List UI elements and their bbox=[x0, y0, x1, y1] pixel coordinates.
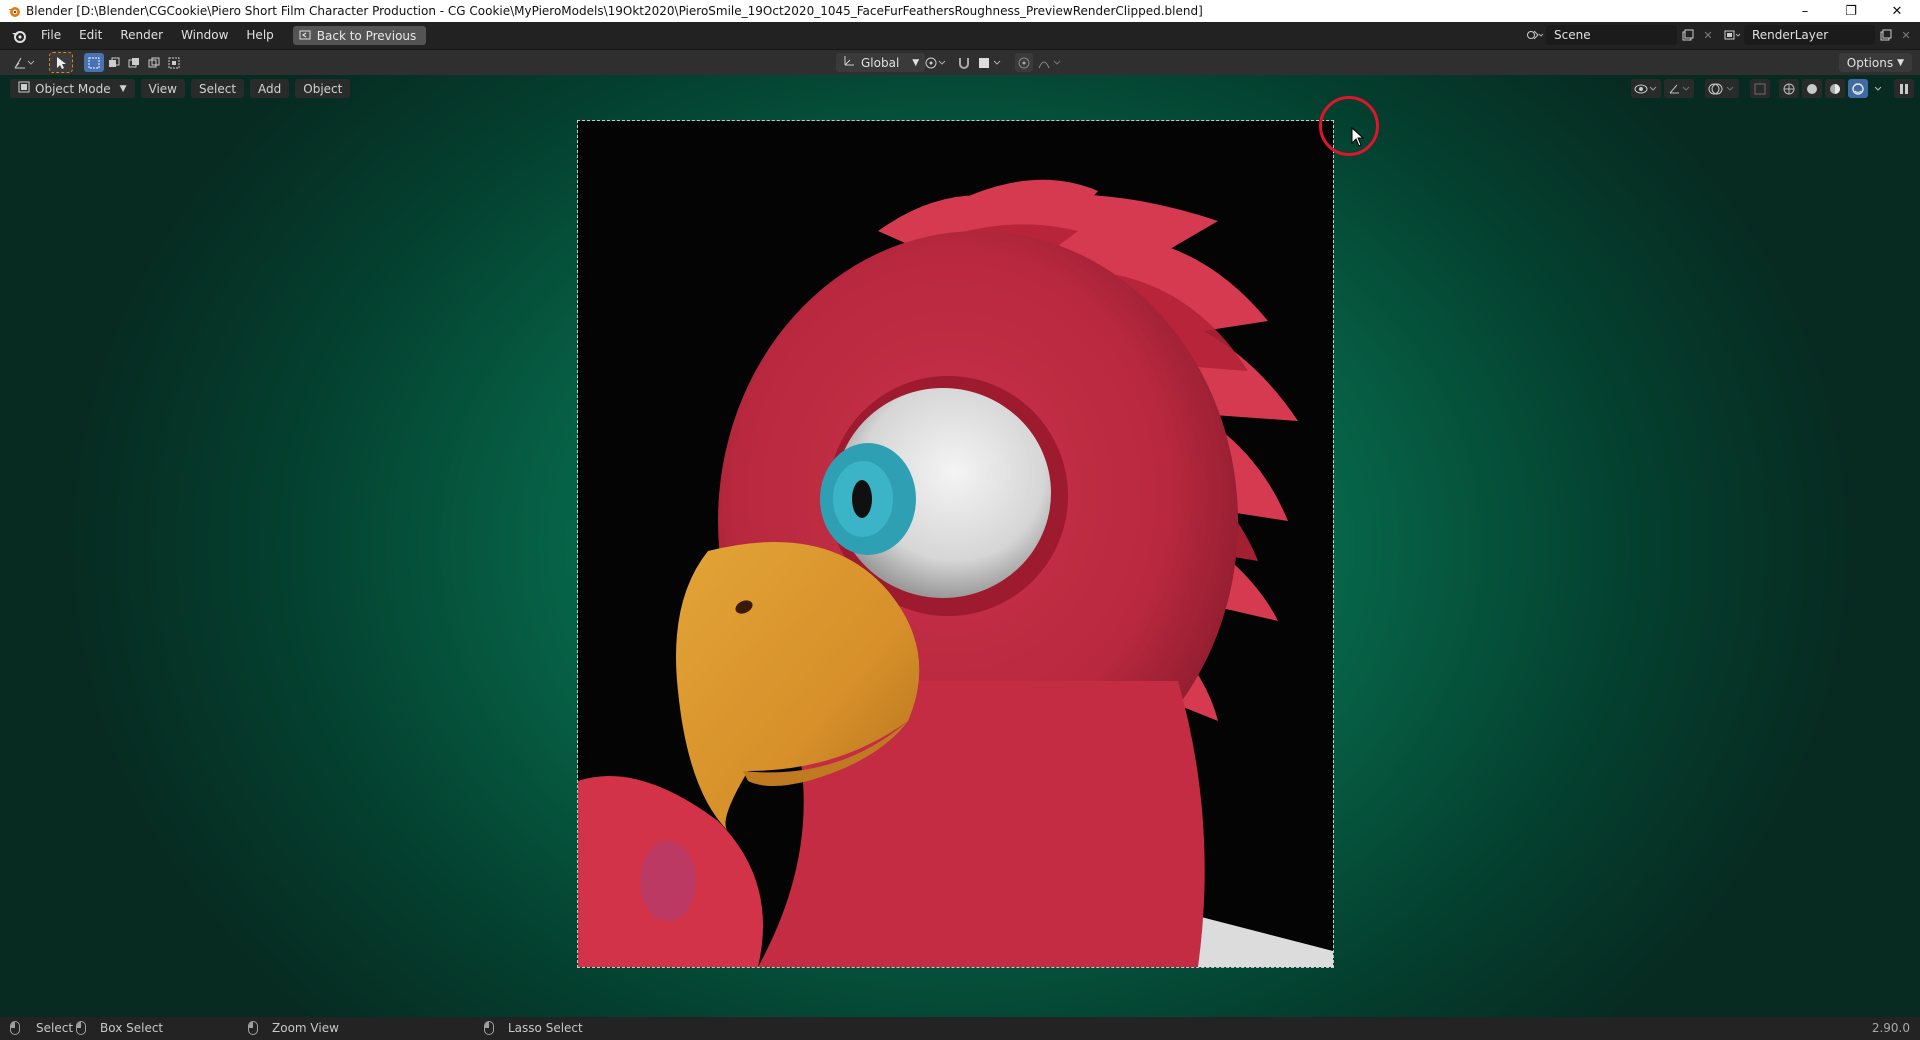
viewport-menu-add[interactable]: Add bbox=[250, 79, 290, 98]
menu-edit[interactable]: Edit bbox=[70, 22, 111, 49]
menu-window[interactable]: Window bbox=[172, 22, 237, 49]
visibility-eye-icon[interactable] bbox=[1631, 79, 1661, 98]
object-mode-label: Object Mode bbox=[35, 81, 111, 96]
delete-scene-icon[interactable]: ✕ bbox=[1699, 29, 1717, 42]
pivot-point-icon[interactable] bbox=[922, 53, 950, 72]
back-to-previous-button[interactable]: Back to Previous bbox=[292, 26, 427, 45]
status-lasso-select-label: Lasso Select bbox=[508, 1021, 583, 1035]
mouse-left-icon bbox=[10, 1021, 20, 1035]
mouse-drag-icon bbox=[76, 1021, 86, 1035]
status-bar: Select Box Select Zoom View Lasso Select… bbox=[0, 1017, 1920, 1040]
3d-viewport[interactable]: Object Mode ▼ View Select Add Object bbox=[0, 75, 1920, 1017]
editor-type-icon[interactable] bbox=[10, 53, 40, 72]
menu-help[interactable]: Help bbox=[237, 22, 282, 49]
blender-version: 2.90.0 bbox=[1871, 1021, 1910, 1035]
viewport-shading-controls bbox=[1631, 79, 1914, 98]
viewport-menu-select[interactable]: Select bbox=[191, 79, 245, 98]
chevron-down-icon: ▼ bbox=[119, 83, 127, 94]
viewport-header: Object Mode ▼ View Select Add Object bbox=[10, 79, 351, 98]
mouse-middle-icon bbox=[248, 1021, 258, 1035]
object-mode-icon bbox=[18, 81, 30, 96]
options-label: Options bbox=[1846, 55, 1894, 70]
select-extend-mode-icon[interactable] bbox=[104, 53, 124, 72]
solid-shading-icon[interactable] bbox=[1802, 79, 1822, 98]
proportional-editing-icon[interactable] bbox=[1015, 53, 1033, 72]
snap-magnet-icon[interactable] bbox=[955, 53, 973, 72]
cursor-highlight-ring bbox=[1319, 96, 1379, 156]
orientation-value: Global bbox=[861, 55, 900, 70]
back-icon bbox=[299, 29, 311, 43]
rendered-parrot-image bbox=[578, 121, 1333, 967]
object-mode-dropdown[interactable]: Object Mode ▼ bbox=[10, 79, 135, 98]
rendered-shading-icon[interactable] bbox=[1848, 79, 1868, 98]
mouse-pointer-icon bbox=[1351, 126, 1365, 150]
material-preview-shading-icon[interactable] bbox=[1825, 79, 1845, 98]
new-scene-icon[interactable] bbox=[1677, 25, 1699, 45]
status-box-select-label: Box Select bbox=[100, 1021, 164, 1035]
chevron-down-icon: ▼ bbox=[912, 57, 920, 68]
delete-renderlayer-icon[interactable]: ✕ bbox=[1897, 29, 1915, 42]
status-select: Select bbox=[10, 1021, 73, 1035]
menu-file[interactable]: File bbox=[32, 22, 70, 49]
viewport-menu-object[interactable]: Object bbox=[295, 79, 351, 98]
options-dropdown[interactable]: Options ▼ bbox=[1838, 53, 1912, 72]
gizmo-toggle-icon[interactable] bbox=[1664, 79, 1694, 98]
blender-logo-icon bbox=[6, 3, 22, 19]
xray-toggle-icon[interactable] bbox=[1750, 79, 1770, 98]
status-select-label: Select bbox=[36, 1021, 74, 1035]
select-new-mode-icon[interactable] bbox=[84, 53, 104, 72]
top-menubar: File Edit Render Window Help Back to Pre… bbox=[0, 22, 1920, 50]
camera-view-frame bbox=[577, 120, 1334, 968]
scene-browse-icon[interactable] bbox=[1524, 25, 1546, 45]
back-label: Back to Previous bbox=[316, 28, 417, 43]
status-box-select: Box Select bbox=[76, 1021, 163, 1035]
menu-render[interactable]: Render bbox=[111, 22, 172, 49]
select-invert-mode-icon[interactable] bbox=[144, 53, 164, 72]
renderlayer-browse-icon[interactable] bbox=[1722, 25, 1744, 45]
renderlayer-name-field[interactable]: RenderLayer bbox=[1744, 25, 1875, 45]
pause-render-icon[interactable] bbox=[1894, 79, 1914, 98]
status-zoom-view-label: Zoom View bbox=[272, 1021, 339, 1035]
select-intersect-mode-icon[interactable] bbox=[164, 53, 184, 72]
transform-orientation-dropdown[interactable]: Global ▼ bbox=[836, 53, 926, 72]
status-zoom-view: Zoom View bbox=[248, 1021, 339, 1035]
renderlayer-selector: RenderLayer ✕ bbox=[1722, 25, 1915, 45]
proportional-falloff-icon[interactable] bbox=[1035, 53, 1065, 72]
minimize-button[interactable]: – bbox=[1782, 0, 1828, 22]
scene-selector: Scene ✕ bbox=[1524, 25, 1717, 45]
snap-element-icon[interactable] bbox=[975, 53, 1005, 72]
chevron-down-icon: ▼ bbox=[1897, 57, 1904, 68]
shading-options-chevron-icon[interactable] bbox=[1871, 79, 1885, 98]
mouse-right-icon bbox=[484, 1021, 494, 1035]
orientation-axes-icon bbox=[842, 54, 856, 71]
select-tool-icon[interactable] bbox=[49, 52, 73, 73]
wireframe-shading-icon[interactable] bbox=[1779, 79, 1799, 98]
overlays-toggle-icon[interactable] bbox=[1705, 79, 1739, 98]
status-lasso-select: Lasso Select bbox=[484, 1021, 583, 1035]
close-button[interactable]: ✕ bbox=[1874, 0, 1920, 22]
select-subtract-mode-icon[interactable] bbox=[124, 53, 144, 72]
blender-menu-icon[interactable] bbox=[6, 23, 32, 49]
restore-button[interactable]: ❐ bbox=[1828, 0, 1874, 22]
window-title: Blender [D:\Blender\CGCookie\Piero Short… bbox=[26, 4, 1203, 18]
window-titlebar: Blender [D:\Blender\CGCookie\Piero Short… bbox=[0, 0, 1920, 23]
new-renderlayer-icon[interactable] bbox=[1875, 25, 1897, 45]
tool-header: Global ▼ Options ▼ bbox=[0, 50, 1920, 75]
scene-name-field[interactable]: Scene bbox=[1546, 25, 1677, 45]
viewport-menu-view[interactable]: View bbox=[140, 79, 185, 98]
